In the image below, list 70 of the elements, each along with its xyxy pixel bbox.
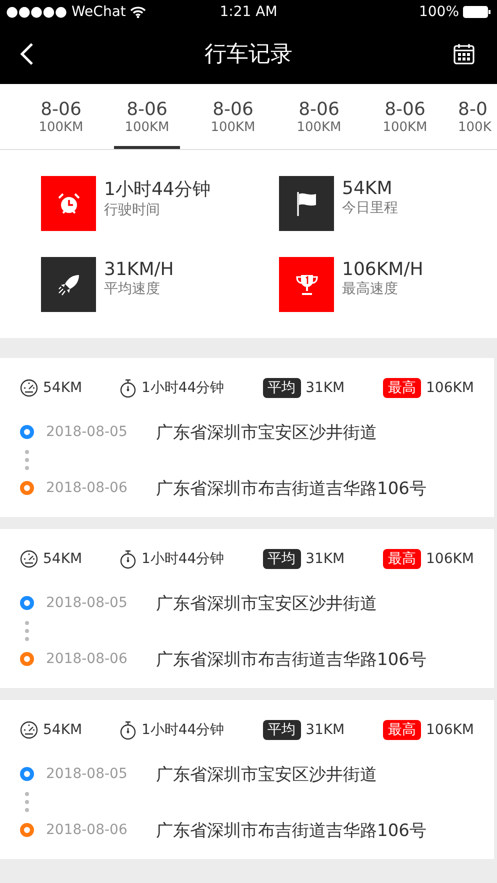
stop-date: 2018-08-06 <box>46 651 128 667</box>
max-speed: 106KM <box>426 551 474 567</box>
stat-value: 54KM <box>342 178 394 199</box>
stop-address: 广东省深圳市宝安区沙井街道 <box>156 422 377 444</box>
stopwatch-icon <box>120 550 136 568</box>
max-speed: 106KM <box>426 722 474 738</box>
stop-date: 2018-08-05 <box>46 766 128 782</box>
date-tab[interactable]: 8-06 100KM <box>362 84 448 149</box>
stopwatch-icon <box>120 378 136 398</box>
max-badge: 最高 <box>383 720 422 740</box>
carrier-text: ●●●●● WeChat <box>6 4 126 20</box>
stat-label: 行驶时间 <box>104 200 161 218</box>
trip-card[interactable]: 54KM 1小时44分钟 平均 31KM 最高 106KM 2018-08-05 广东省深圳市宝安区沙井街道 2018-08-06 广东省深圳市布吉街道吉华路106号 <box>0 529 494 688</box>
stop-address: 广东省深圳市布吉街道吉华路106号 <box>156 820 426 842</box>
trip-duration: 1小时44分钟 <box>141 550 224 568</box>
date-tab[interactable]: 8-06 100KM <box>18 84 104 149</box>
average-speed: 31KM <box>306 722 345 738</box>
stop-address: 广东省深圳市布吉街道吉华路106号 <box>156 478 426 500</box>
route-dot <box>20 425 34 439</box>
speedometer-icon <box>20 550 38 568</box>
max-badge: 最高 <box>383 549 422 569</box>
route-dot <box>20 823 34 837</box>
route-dot <box>20 652 34 666</box>
alarm-clock-icon <box>56 192 80 216</box>
max-badge: 最高 <box>383 378 422 398</box>
battery-icon <box>463 6 491 18</box>
stopwatch-icon <box>120 720 136 740</box>
date-tab[interactable]: 8-06 100KM <box>276 84 362 149</box>
route-dot <box>20 767 34 781</box>
calendar-icon[interactable] <box>453 43 475 65</box>
average-badge: 平均 <box>262 720 301 740</box>
stat-label: 今日里程 <box>342 199 398 217</box>
stop-date: 2018-08-06 <box>46 480 128 496</box>
stop-address: 广东省深圳市宝安区沙井街道 <box>156 764 377 786</box>
average-badge: 平均 <box>262 549 301 569</box>
page-title: 行车记录 <box>204 41 292 69</box>
flag-icon <box>296 190 318 216</box>
trip-card[interactable]: 54KM 1小时44分钟 平均 31KM 最高 106KM 2018-08-05 广东省深圳市宝安区沙井街道 2018-08-06 广东省深圳市布吉街道吉华路106号 <box>0 700 494 859</box>
date-tab[interactable]: 8-0 100K <box>448 84 492 149</box>
stat-value: 31KM/H <box>104 259 174 280</box>
back-icon[interactable] <box>20 42 34 66</box>
trophy-icon <box>294 272 318 296</box>
stop-address: 广东省深圳市布吉街道吉华路106号 <box>156 648 426 670</box>
speedometer-icon <box>20 379 38 397</box>
battery-text: 100% <box>418 4 459 20</box>
trip-distance: 54KM <box>43 722 82 738</box>
stop-date: 2018-08-05 <box>46 595 128 611</box>
stat-value: 1小时44分钟 <box>104 178 210 200</box>
stop-date: 2018-08-06 <box>46 822 128 838</box>
stat-label: 平均速度 <box>104 280 161 298</box>
stop-address: 广东省深圳市宝安区沙井街道 <box>156 592 377 614</box>
stop-date: 2018-08-05 <box>46 424 128 440</box>
date-tab[interactable]: 8-06 100KM <box>190 84 276 149</box>
route-dot <box>20 481 34 495</box>
route-dot <box>20 596 34 610</box>
max-speed: 106KM <box>426 380 474 396</box>
speedometer-icon <box>20 721 38 739</box>
clock-text: 1:21 AM <box>220 4 278 20</box>
trip-card[interactable]: 54KM 1小时44分钟 平均 31KM 最高 106KM 2018-08-05 广东省深圳市宝安区沙井街道 2018-08-06 广东省深圳市布吉街道吉华路106号 <box>0 358 494 517</box>
trip-duration: 1小时44分钟 <box>141 721 224 739</box>
rocket-icon <box>58 274 80 296</box>
stat-label: 最高速度 <box>342 280 399 298</box>
trip-duration: 1小时44分钟 <box>141 379 224 397</box>
average-speed: 31KM <box>306 551 345 567</box>
trip-distance: 54KM <box>43 380 82 396</box>
wifi-icon <box>130 6 146 18</box>
trip-distance: 54KM <box>43 551 82 567</box>
average-speed: 31KM <box>306 380 345 396</box>
stat-value: 106KM/H <box>342 259 424 280</box>
average-badge: 平均 <box>262 378 301 398</box>
